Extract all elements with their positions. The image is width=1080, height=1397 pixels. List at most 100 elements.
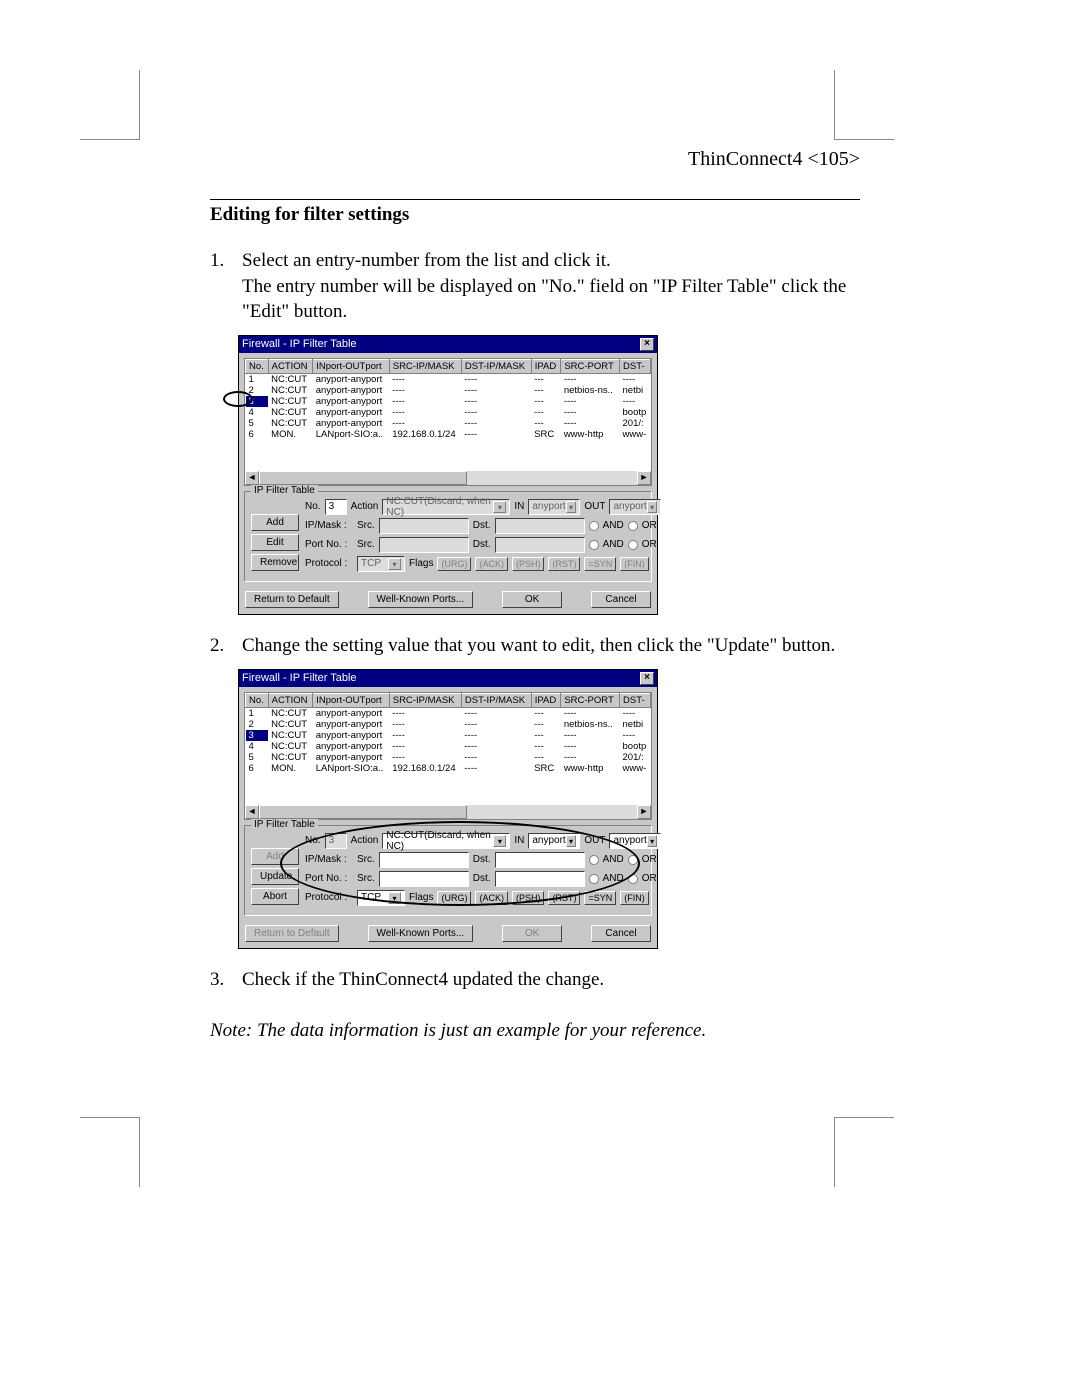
table-row[interactable]: 1NC:CUTanyport-anyport------------------… (246, 373, 651, 385)
col-srcip[interactable]: SRC-IP/MASK (389, 359, 461, 373)
and-radio[interactable] (589, 521, 599, 531)
ok-button[interactable]: OK (502, 925, 562, 942)
and-radio[interactable] (589, 540, 599, 550)
table-row-selected[interactable]: 3NC:CUTanyport-anyport------------------… (246, 730, 651, 741)
update-button[interactable]: Update (251, 868, 299, 885)
chevron-down-icon[interactable]: ▾ (493, 501, 506, 513)
flag-urg-button[interactable]: (URG) (437, 557, 471, 571)
scrollbar-thumb[interactable] (259, 805, 467, 819)
chevron-down-icon[interactable]: ▾ (566, 835, 577, 847)
cancel-button[interactable]: Cancel (591, 925, 651, 942)
dst-port-field[interactable] (495, 871, 585, 887)
col-dst[interactable]: DST- (620, 693, 651, 707)
or-radio[interactable] (628, 540, 638, 550)
flag-psh-button[interactable]: (PSH) (512, 891, 545, 905)
flag-syn-button[interactable]: =SYN (584, 891, 616, 905)
out-dropdown[interactable]: anyport▾ (609, 833, 661, 849)
return-to-default-button[interactable]: Return to Default (245, 591, 339, 608)
col-no[interactable]: No. (246, 693, 269, 707)
close-icon[interactable]: × (640, 672, 654, 685)
flag-fin-button[interactable]: (FIN) (620, 891, 649, 905)
return-to-default-button[interactable]: Return to Default (245, 925, 339, 942)
action-dropdown[interactable]: NC:CUT(Discard, when NC)▾ (382, 499, 510, 515)
and-radio[interactable] (589, 855, 599, 865)
in-dropdown[interactable]: anyport▾ (528, 833, 580, 849)
dst-port-field[interactable] (495, 537, 585, 553)
col-srcport[interactable]: SRC-PORT (561, 693, 620, 707)
chevron-down-icon[interactable]: ▾ (388, 892, 401, 904)
flag-rst-button[interactable]: (RST) (548, 891, 580, 905)
action-dropdown[interactable]: NC:CUT(Discard, when NC)▾ (382, 833, 510, 849)
col-dstip[interactable]: DST-IP/MASK (461, 693, 531, 707)
cancel-button[interactable]: Cancel (591, 591, 651, 608)
or-radio[interactable] (628, 521, 638, 531)
col-inout[interactable]: INport-OUTport (313, 693, 390, 707)
table-row[interactable]: 5NC:CUTanyport-anyport---------------201… (246, 418, 651, 429)
col-srcport[interactable]: SRC-PORT (561, 359, 620, 373)
flag-urg-button[interactable]: (URG) (437, 891, 471, 905)
table-row[interactable]: 4NC:CUTanyport-anyport---------------boo… (246, 741, 651, 752)
chevron-down-icon[interactable]: ▾ (647, 501, 658, 513)
flag-fin-button[interactable]: (FIN) (620, 557, 649, 571)
well-known-ports-button[interactable]: Well-Known Ports... (368, 925, 474, 942)
dst-ip-field[interactable] (495, 518, 585, 534)
src-port-field[interactable] (379, 871, 469, 887)
remove-button[interactable]: Remove (251, 554, 299, 571)
chevron-down-icon[interactable]: ▾ (493, 835, 506, 847)
col-inout[interactable]: INport-OUTport (313, 359, 390, 373)
col-action[interactable]: ACTION (268, 359, 313, 373)
dst-ip-field[interactable] (495, 852, 585, 868)
col-no[interactable]: No. (246, 359, 269, 373)
protocol-dropdown[interactable]: TCP▾ (357, 890, 405, 906)
col-action[interactable]: ACTION (268, 693, 313, 707)
col-srcip[interactable]: SRC-IP/MASK (389, 693, 461, 707)
close-icon[interactable]: × (640, 338, 654, 351)
scroll-right-icon[interactable]: ► (637, 805, 651, 819)
no-field[interactable]: 3 (325, 833, 347, 849)
in-dropdown[interactable]: anyport▾ (528, 499, 580, 515)
table-row-selected[interactable]: 3NC:CUTanyport-anyport------------------… (246, 396, 651, 407)
table-row[interactable]: 2NC:CUTanyport-anyport-----------netbios… (246, 385, 651, 396)
add-button[interactable]: Add (251, 514, 299, 531)
src-port-field[interactable] (379, 537, 469, 553)
and-radio[interactable] (589, 874, 599, 884)
table-row[interactable]: 5NC:CUTanyport-anyport---------------201… (246, 752, 651, 763)
table-row[interactable]: 4NC:CUTanyport-anyport---------------boo… (246, 407, 651, 418)
filter-table[interactable]: No. ACTION INport-OUTport SRC-IP/MASK DS… (244, 358, 652, 486)
scroll-left-icon[interactable]: ◄ (245, 471, 259, 485)
flag-syn-button[interactable]: =SYN (584, 557, 616, 571)
horizontal-scrollbar[interactable]: ◄ ► (245, 805, 651, 819)
table-row[interactable]: 6MON.LANport-SIO:a..192.168.0.1/24----SR… (246, 763, 651, 774)
chevron-down-icon[interactable]: ▾ (647, 835, 658, 847)
col-ipad[interactable]: IPAD (531, 693, 561, 707)
table-row[interactable]: 6MON.LANport-SIO:a..192.168.0.1/24----SR… (246, 429, 651, 440)
chevron-down-icon[interactable]: ▾ (388, 558, 401, 570)
flag-ack-button[interactable]: (ACK) (475, 891, 508, 905)
abort-button[interactable]: Abort (251, 888, 299, 905)
ok-button[interactable]: OK (502, 591, 562, 608)
flag-psh-button[interactable]: (PSH) (512, 557, 545, 571)
col-ipad[interactable]: IPAD (531, 359, 561, 373)
out-dropdown[interactable]: anyport▾ (609, 499, 661, 515)
well-known-ports-button[interactable]: Well-Known Ports... (368, 591, 474, 608)
src-ip-field[interactable] (379, 852, 469, 868)
or-radio[interactable] (628, 855, 638, 865)
protocol-dropdown[interactable]: TCP▾ (357, 556, 405, 572)
table-row[interactable]: 1NC:CUTanyport-anyport------------------… (246, 707, 651, 719)
scrollbar-thumb[interactable] (259, 471, 467, 485)
add-button[interactable]: Add (251, 848, 299, 865)
filter-table[interactable]: No. ACTION INport-OUTport SRC-IP/MASK DS… (244, 692, 652, 820)
flag-rst-button[interactable]: (RST) (548, 557, 580, 571)
chevron-down-icon[interactable]: ▾ (566, 501, 577, 513)
scroll-left-icon[interactable]: ◄ (245, 805, 259, 819)
col-dst[interactable]: DST- (620, 359, 651, 373)
horizontal-scrollbar[interactable]: ◄ ► (245, 471, 651, 485)
flag-ack-button[interactable]: (ACK) (475, 557, 508, 571)
or-radio[interactable] (628, 874, 638, 884)
col-dstip[interactable]: DST-IP/MASK (461, 359, 531, 373)
edit-button[interactable]: Edit (251, 534, 299, 551)
table-row[interactable]: 2NC:CUTanyport-anyport-----------netbios… (246, 719, 651, 730)
no-field[interactable]: 3 (325, 499, 347, 515)
scroll-right-icon[interactable]: ► (637, 471, 651, 485)
src-ip-field[interactable] (379, 518, 469, 534)
